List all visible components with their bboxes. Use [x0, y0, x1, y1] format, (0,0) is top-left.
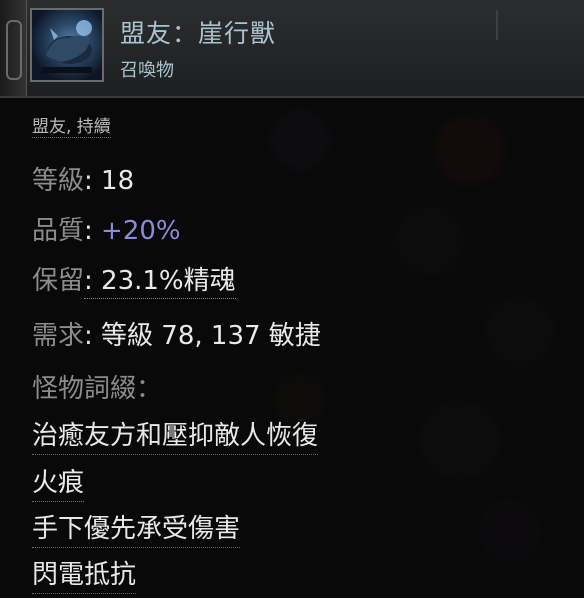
requirement-row: 需求: 等級 78, 137 敏捷 [32, 315, 321, 352]
header-ornament [0, 0, 27, 96]
requirement-value: : 等級 78, 137 敏捷 [84, 321, 321, 351]
tooltip-header: 盟友：崖行獸 召喚物 [0, 0, 584, 98]
modifier-item: 手下優先承受傷害 [32, 508, 241, 548]
item-tags: 盟友, 持續 [32, 112, 111, 138]
modifiers-header: 怪物詞綴： [32, 374, 163, 404]
requirement-label: 需求 [32, 321, 85, 351]
item-title: 盟友：崖行獸 [120, 19, 277, 48]
level-value: : 18 [84, 166, 135, 196]
level-label: 等級 [32, 166, 85, 196]
quality-label: 品質 [32, 216, 85, 246]
item-subtitle: 召喚物 [120, 60, 174, 81]
quality-row: 品質: +20% [32, 210, 181, 247]
item-tooltip: 盟友：崖行獸 召喚物 盟友, 持續 等級: 18 品質: +20% 保留: 23… [0, 0, 584, 598]
reservation-value: : 23.1%精魂 [84, 266, 236, 299]
quality-separator: : [84, 216, 102, 246]
header-right-ornament [496, 10, 512, 40]
modifier-item: 閃電抵抗 [32, 554, 137, 594]
reservation-label: 保留 [32, 266, 85, 296]
level-row: 等級: 18 [32, 160, 134, 197]
reservation-row: 保留: 23.1%精魂 [32, 260, 236, 299]
modifier-item: 治癒友方和壓抑敵人恢復 [32, 415, 319, 455]
cliff-beast-companion-icon [30, 8, 104, 82]
quality-value: +20% [101, 216, 181, 246]
modifier-item: 火痕 [32, 462, 85, 502]
